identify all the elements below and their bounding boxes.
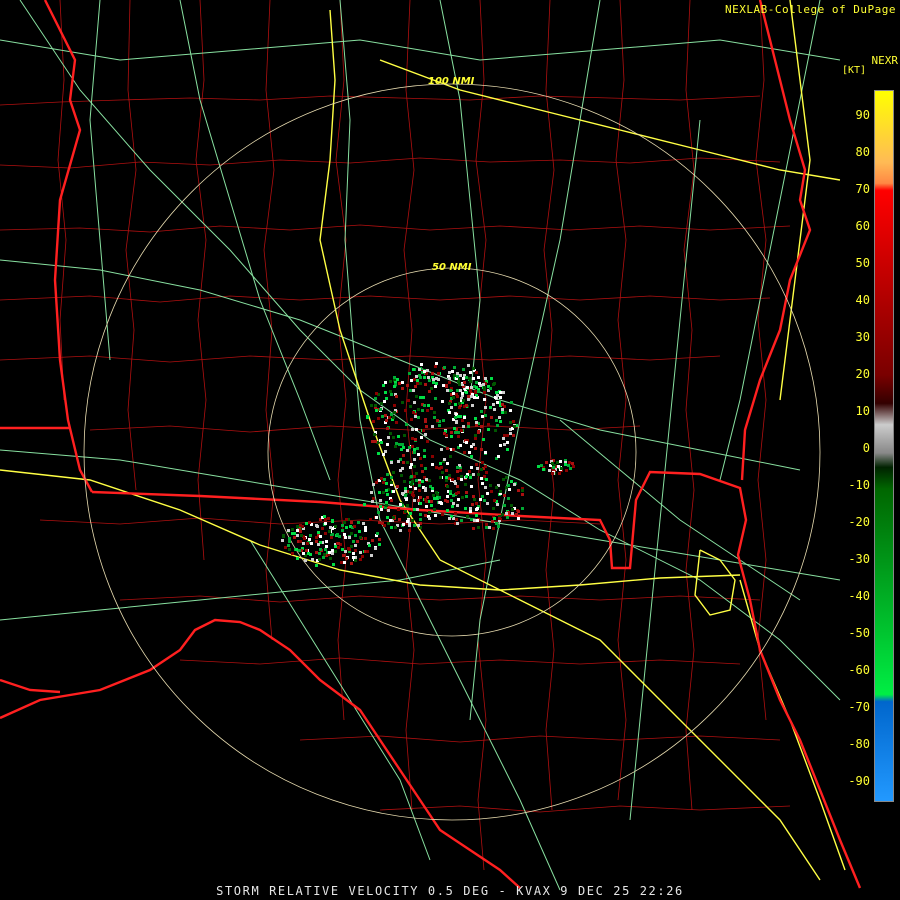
scale-tick: -70 xyxy=(848,700,870,714)
scale-tick: 60 xyxy=(855,219,870,233)
state-borders xyxy=(0,0,862,889)
range-ring-label-50: 50 NMI xyxy=(432,262,472,273)
interstates xyxy=(0,0,846,881)
scale-tick: -10 xyxy=(848,478,870,492)
scale-tick: 50 xyxy=(855,256,870,270)
scale-tick: 10 xyxy=(855,404,870,418)
highways xyxy=(0,0,841,891)
scale-tick: -30 xyxy=(848,552,870,566)
radar-map[interactable]: 50 NMI 100 NMI xyxy=(0,0,900,900)
scale-tick: 30 xyxy=(855,330,870,344)
county-lines xyxy=(0,0,791,871)
velocity-color-scale xyxy=(874,90,894,802)
scale-tick: 20 xyxy=(855,367,870,381)
scale-tick: 70 xyxy=(855,182,870,196)
scale-tick: -20 xyxy=(848,515,870,529)
scale-tick: -60 xyxy=(848,663,870,677)
credit-text: NEXLAB-College of DuPage xyxy=(725,3,896,16)
units-label: [KT] xyxy=(842,65,867,76)
scale-tick: 90 xyxy=(855,108,870,122)
scale-tick: -90 xyxy=(848,774,870,788)
product-caption: STORM RELATIVE VELOCITY 0.5 DEG - KVAX 9… xyxy=(216,884,684,898)
scale-tick: 80 xyxy=(855,145,870,159)
scale-tick: 0 xyxy=(862,441,870,455)
range-ring-50 xyxy=(267,267,637,637)
scale-tick: -40 xyxy=(848,589,870,603)
product-code: NEXR xyxy=(871,54,899,67)
range-ring-label-100: 100 NMI xyxy=(428,76,475,87)
scale-tick: 40 xyxy=(855,293,870,307)
velocity-echoes xyxy=(281,362,575,567)
scale-tick: -50 xyxy=(848,626,870,640)
scale-tick: -80 xyxy=(848,737,870,751)
